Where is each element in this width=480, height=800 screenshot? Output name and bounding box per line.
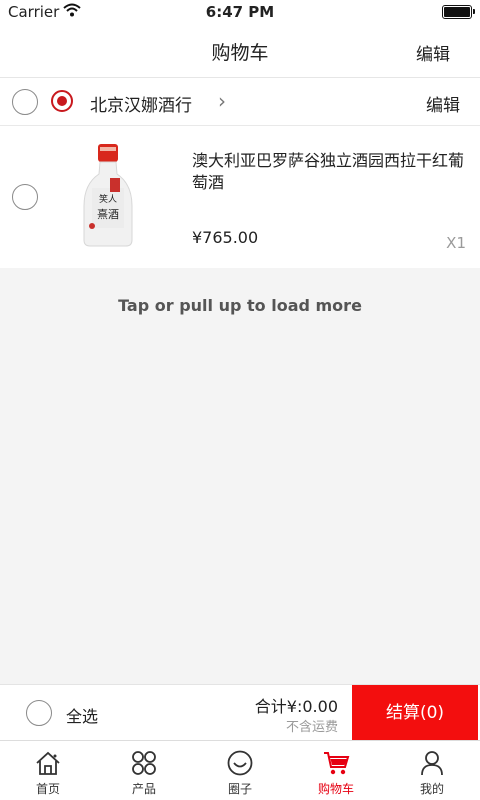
- tab-cart[interactable]: 购物车: [288, 741, 384, 800]
- store-edit-button[interactable]: 编辑: [426, 91, 460, 116]
- tab-home-label: 首页: [35, 782, 60, 796]
- tab-bar: 首页 产品 圈子 购物车 我的: [0, 740, 480, 800]
- tab-cart-label: 购物车: [317, 782, 354, 796]
- product-title[interactable]: 澳大利亚巴罗萨谷独立酒园西拉干红葡萄酒: [192, 150, 472, 194]
- select-all-checkbox[interactable]: [26, 700, 52, 726]
- store-name[interactable]: 北京汉娜酒行: [90, 91, 192, 116]
- nav-bar: 购物车 编辑: [0, 24, 480, 78]
- product-price: ¥765.00: [192, 228, 259, 247]
- cart-item[interactable]: 笑人 熹酒 澳大利亚巴罗萨谷独立酒园西拉干红葡萄酒 ¥765.00 X1: [0, 126, 480, 268]
- grid-icon: [132, 751, 156, 775]
- home-icon: [36, 751, 60, 775]
- select-all-label[interactable]: 全选: [66, 703, 98, 727]
- store-select-checkbox[interactable]: [12, 89, 38, 115]
- smile-icon: [227, 750, 253, 776]
- checkout-bar: 全选 合计¥:0.00 不含运费 结算(0): [0, 684, 480, 741]
- page-title: 购物车: [211, 42, 269, 64]
- checkout-button[interactable]: 结算(0): [352, 685, 478, 741]
- tab-products[interactable]: 产品: [96, 741, 192, 800]
- store-header: 北京汉娜酒行 › 编辑: [0, 78, 480, 126]
- tab-circle-label: 圈子: [227, 782, 252, 796]
- svg-text:熹酒: 熹酒: [97, 207, 119, 221]
- tab-products-label: 产品: [131, 782, 156, 796]
- clock: 6:47 PM: [205, 3, 275, 21]
- tab-mine[interactable]: 我的: [384, 741, 480, 800]
- status-bar: Carrier 6:47 PM: [0, 0, 480, 24]
- tab-circle[interactable]: 圈子: [192, 741, 288, 800]
- store-logo-icon: [51, 90, 73, 112]
- cart-icon: [324, 752, 350, 775]
- tab-mine-label: 我的: [419, 782, 444, 796]
- battery-icon: [442, 5, 475, 19]
- svg-text:笑人: 笑人: [99, 193, 117, 205]
- item-select-checkbox[interactable]: [12, 184, 38, 210]
- tab-home[interactable]: 首页: [0, 741, 96, 800]
- user-icon: [421, 751, 443, 776]
- chevron-right-icon[interactable]: ›: [218, 89, 226, 113]
- total-price: 合计¥:0.00: [254, 697, 338, 716]
- product-quantity: X1: [446, 234, 466, 252]
- edit-button[interactable]: 编辑: [416, 40, 450, 65]
- shipping-note: 不含运费: [285, 720, 338, 735]
- load-more-hint[interactable]: Tap or pull up to load more: [0, 296, 480, 315]
- product-image[interactable]: 笑人 熹酒: [80, 144, 136, 248]
